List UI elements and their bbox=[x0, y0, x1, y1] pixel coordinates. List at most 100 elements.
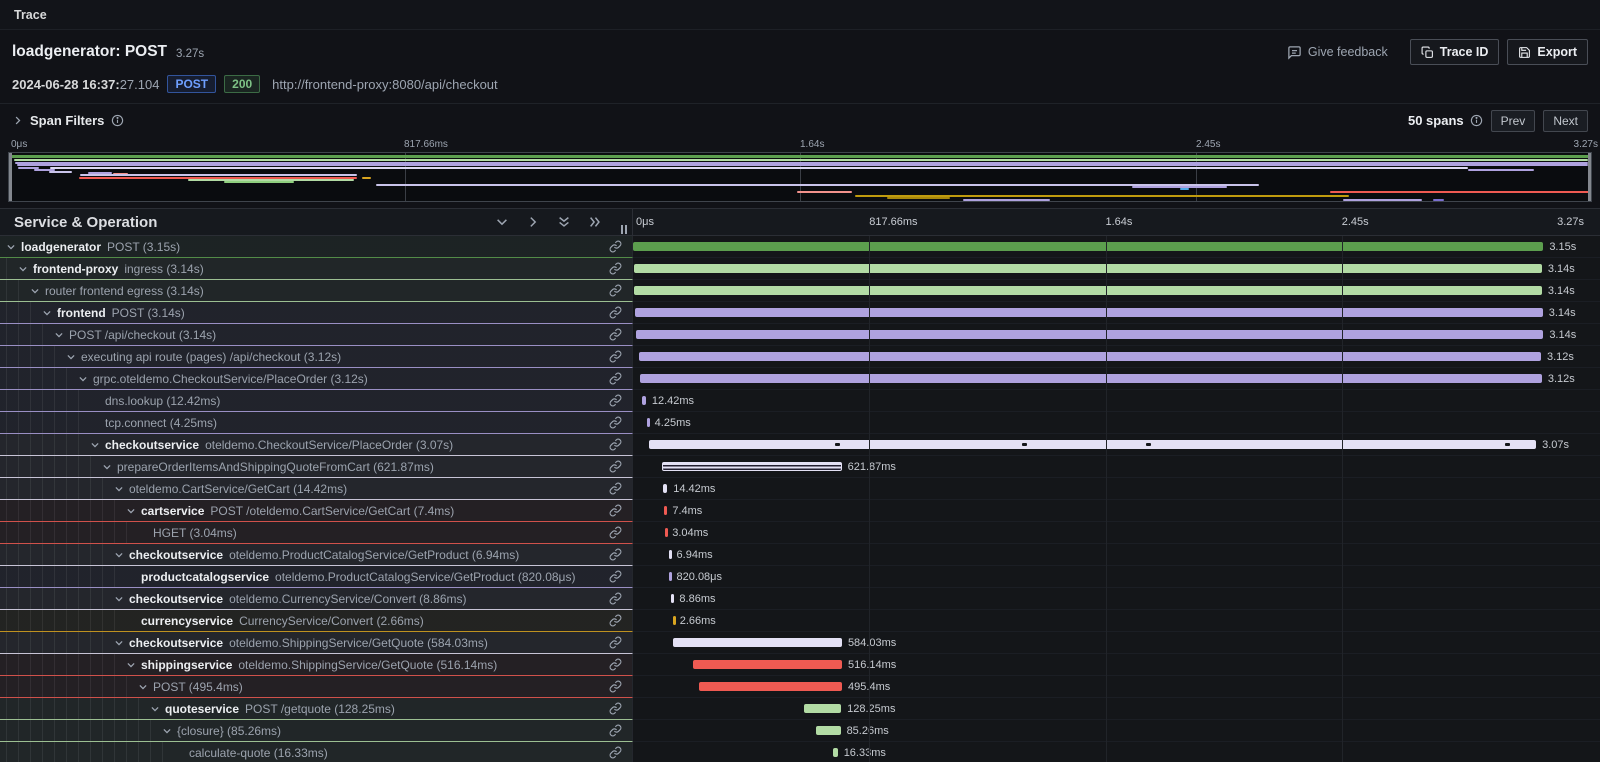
span-bar[interactable] bbox=[662, 462, 842, 471]
span-link-icon[interactable] bbox=[609, 460, 622, 473]
span-bar[interactable] bbox=[647, 418, 650, 427]
span-link-icon[interactable] bbox=[609, 482, 622, 495]
span-link-icon[interactable] bbox=[609, 702, 622, 715]
export-button[interactable]: Export bbox=[1507, 39, 1588, 65]
chevron-down-icon[interactable] bbox=[126, 660, 141, 670]
minimap-canvas[interactable] bbox=[8, 152, 1592, 202]
expand-one-icon[interactable] bbox=[526, 215, 540, 229]
span-link-icon[interactable] bbox=[609, 438, 622, 451]
span-row[interactable]: productcatalogserviceoteldemo.ProductCat… bbox=[0, 566, 1600, 588]
chevron-down-icon[interactable] bbox=[66, 352, 81, 362]
span-link-icon[interactable] bbox=[609, 526, 622, 539]
span-row[interactable]: frontend-proxyingress (3.14s)3.14s bbox=[0, 258, 1600, 280]
chevron-down-icon[interactable] bbox=[114, 638, 129, 648]
chevron-down-icon[interactable] bbox=[54, 330, 69, 340]
span-row[interactable]: loadgeneratorPOST (3.15s)3.15s bbox=[0, 236, 1600, 258]
chevron-down-icon[interactable] bbox=[18, 264, 33, 274]
chevron-down-icon[interactable] bbox=[138, 682, 153, 692]
span-row[interactable]: {closure} (85.26ms)85.26ms bbox=[0, 720, 1600, 742]
info-icon[interactable] bbox=[1470, 114, 1483, 127]
span-bar[interactable] bbox=[816, 726, 841, 735]
span-bar[interactable] bbox=[673, 616, 676, 625]
chevron-down-icon[interactable] bbox=[30, 286, 45, 296]
span-link-icon[interactable] bbox=[609, 614, 622, 627]
next-button[interactable]: Next bbox=[1543, 110, 1588, 132]
span-link-icon[interactable] bbox=[609, 284, 622, 297]
span-bar[interactable] bbox=[804, 704, 841, 713]
span-bar[interactable] bbox=[693, 660, 842, 669]
span-row[interactable]: calculate-quote (16.33ms)16.33ms bbox=[0, 742, 1600, 762]
span-row[interactable]: prepareOrderItemsAndShippingQuoteFromCar… bbox=[0, 456, 1600, 478]
span-link-icon[interactable] bbox=[609, 262, 622, 275]
span-row[interactable]: shippingserviceoteldemo.ShippingService/… bbox=[0, 654, 1600, 676]
span-link-icon[interactable] bbox=[609, 240, 622, 253]
span-bar[interactable] bbox=[633, 242, 1543, 251]
span-bar[interactable] bbox=[663, 484, 667, 493]
span-bar[interactable] bbox=[640, 374, 1542, 383]
span-filters-toggle[interactable]: Span Filters bbox=[30, 113, 104, 128]
chevron-down-icon[interactable] bbox=[102, 462, 117, 472]
span-row[interactable]: HGET (3.04ms)3.04ms bbox=[0, 522, 1600, 544]
span-link-icon[interactable] bbox=[609, 680, 622, 693]
column-resize-handle[interactable] bbox=[621, 225, 627, 234]
span-bar[interactable] bbox=[634, 286, 1541, 295]
info-icon[interactable] bbox=[111, 114, 124, 127]
chevron-down-icon[interactable] bbox=[114, 484, 129, 494]
viewport-handle-left[interactable] bbox=[9, 153, 12, 201]
span-row[interactable]: executing api route (pages) /api/checkou… bbox=[0, 346, 1600, 368]
span-row[interactable]: checkoutserviceoteldemo.CurrencyService/… bbox=[0, 588, 1600, 610]
span-link-icon[interactable] bbox=[609, 658, 622, 671]
chevron-down-icon[interactable] bbox=[6, 242, 21, 252]
chevron-down-icon[interactable] bbox=[114, 550, 129, 560]
span-link-icon[interactable] bbox=[609, 416, 622, 429]
span-link-icon[interactable] bbox=[609, 306, 622, 319]
span-link-icon[interactable] bbox=[609, 372, 622, 385]
expand-all-icon[interactable] bbox=[588, 215, 602, 229]
span-row[interactable]: router frontend egress (3.14s)3.14s bbox=[0, 280, 1600, 302]
span-bar[interactable] bbox=[669, 572, 672, 581]
span-row[interactable]: tcp.connect (4.25ms)4.25ms bbox=[0, 412, 1600, 434]
span-bar[interactable] bbox=[635, 308, 1542, 317]
span-link-icon[interactable] bbox=[609, 570, 622, 583]
span-link-icon[interactable] bbox=[609, 548, 622, 561]
span-link-icon[interactable] bbox=[609, 394, 622, 407]
span-bar[interactable] bbox=[673, 638, 842, 647]
span-row[interactable]: quoteservicePOST /getquote (128.25ms)128… bbox=[0, 698, 1600, 720]
span-bar[interactable] bbox=[699, 682, 842, 691]
span-bar[interactable] bbox=[665, 528, 668, 537]
span-bar[interactable] bbox=[639, 352, 1541, 361]
span-bar[interactable] bbox=[634, 264, 1541, 273]
span-link-icon[interactable] bbox=[609, 592, 622, 605]
span-link-icon[interactable] bbox=[609, 724, 622, 737]
span-row[interactable]: dns.lookup (12.42ms)12.42ms bbox=[0, 390, 1600, 412]
span-bar[interactable] bbox=[664, 506, 667, 515]
chevron-down-icon[interactable] bbox=[126, 506, 141, 516]
chevron-right-icon[interactable] bbox=[12, 115, 23, 126]
chevron-down-icon[interactable] bbox=[90, 440, 105, 450]
span-row[interactable]: grpc.oteldemo.CheckoutService/PlaceOrder… bbox=[0, 368, 1600, 390]
span-row[interactable]: POST /api/checkout (3.14s)3.14s bbox=[0, 324, 1600, 346]
viewport-handle-right[interactable] bbox=[1588, 153, 1591, 201]
chevron-down-icon[interactable] bbox=[114, 594, 129, 604]
span-bar[interactable] bbox=[642, 396, 646, 405]
trace-id-button[interactable]: Trace ID bbox=[1410, 39, 1500, 65]
span-row[interactable]: oteldemo.CartService/GetCart (14.42ms)14… bbox=[0, 478, 1600, 500]
span-link-icon[interactable] bbox=[609, 504, 622, 517]
span-row[interactable]: frontendPOST (3.14s)3.14s bbox=[0, 302, 1600, 324]
span-bar[interactable] bbox=[649, 440, 1536, 449]
span-link-icon[interactable] bbox=[609, 328, 622, 341]
chevron-down-icon[interactable] bbox=[162, 726, 177, 736]
span-row[interactable]: cartservicePOST /oteldemo.CartService/Ge… bbox=[0, 500, 1600, 522]
span-bar[interactable] bbox=[671, 594, 674, 603]
span-row[interactable]: checkoutserviceoteldemo.ProductCatalogSe… bbox=[0, 544, 1600, 566]
span-link-icon[interactable] bbox=[609, 746, 622, 759]
span-row[interactable]: POST (495.4ms)495.4ms bbox=[0, 676, 1600, 698]
span-row[interactable]: checkoutserviceoteldemo.ShippingService/… bbox=[0, 632, 1600, 654]
span-bar[interactable] bbox=[636, 330, 1543, 339]
chevron-down-icon[interactable] bbox=[42, 308, 57, 318]
collapse-one-icon[interactable] bbox=[495, 215, 509, 229]
chevron-down-icon[interactable] bbox=[78, 374, 93, 384]
span-link-icon[interactable] bbox=[609, 350, 622, 363]
span-link-icon[interactable] bbox=[609, 636, 622, 649]
span-row[interactable]: checkoutserviceoteldemo.CheckoutService/… bbox=[0, 434, 1600, 456]
